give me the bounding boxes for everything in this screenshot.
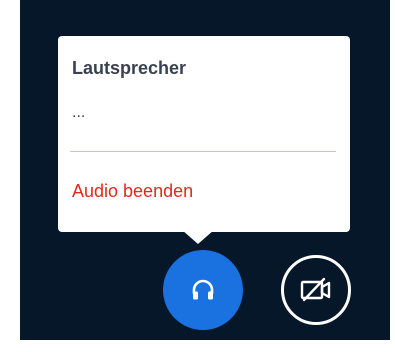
headphones-icon	[192, 279, 214, 300]
video-toggle-button[interactable]	[281, 255, 351, 325]
audio-toggle-button[interactable]	[163, 250, 243, 330]
audio-menu-popover: Lautsprecher ... Audio beenden	[58, 36, 350, 232]
speaker-section-title: Lautsprecher	[72, 58, 187, 78]
speaker-device-item[interactable]: ...	[72, 104, 85, 122]
leave-audio-button[interactable]: Audio beenden	[72, 181, 193, 202]
popover-arrow	[182, 230, 214, 244]
video-off-icon	[300, 277, 331, 302]
menu-divider	[70, 151, 336, 152]
